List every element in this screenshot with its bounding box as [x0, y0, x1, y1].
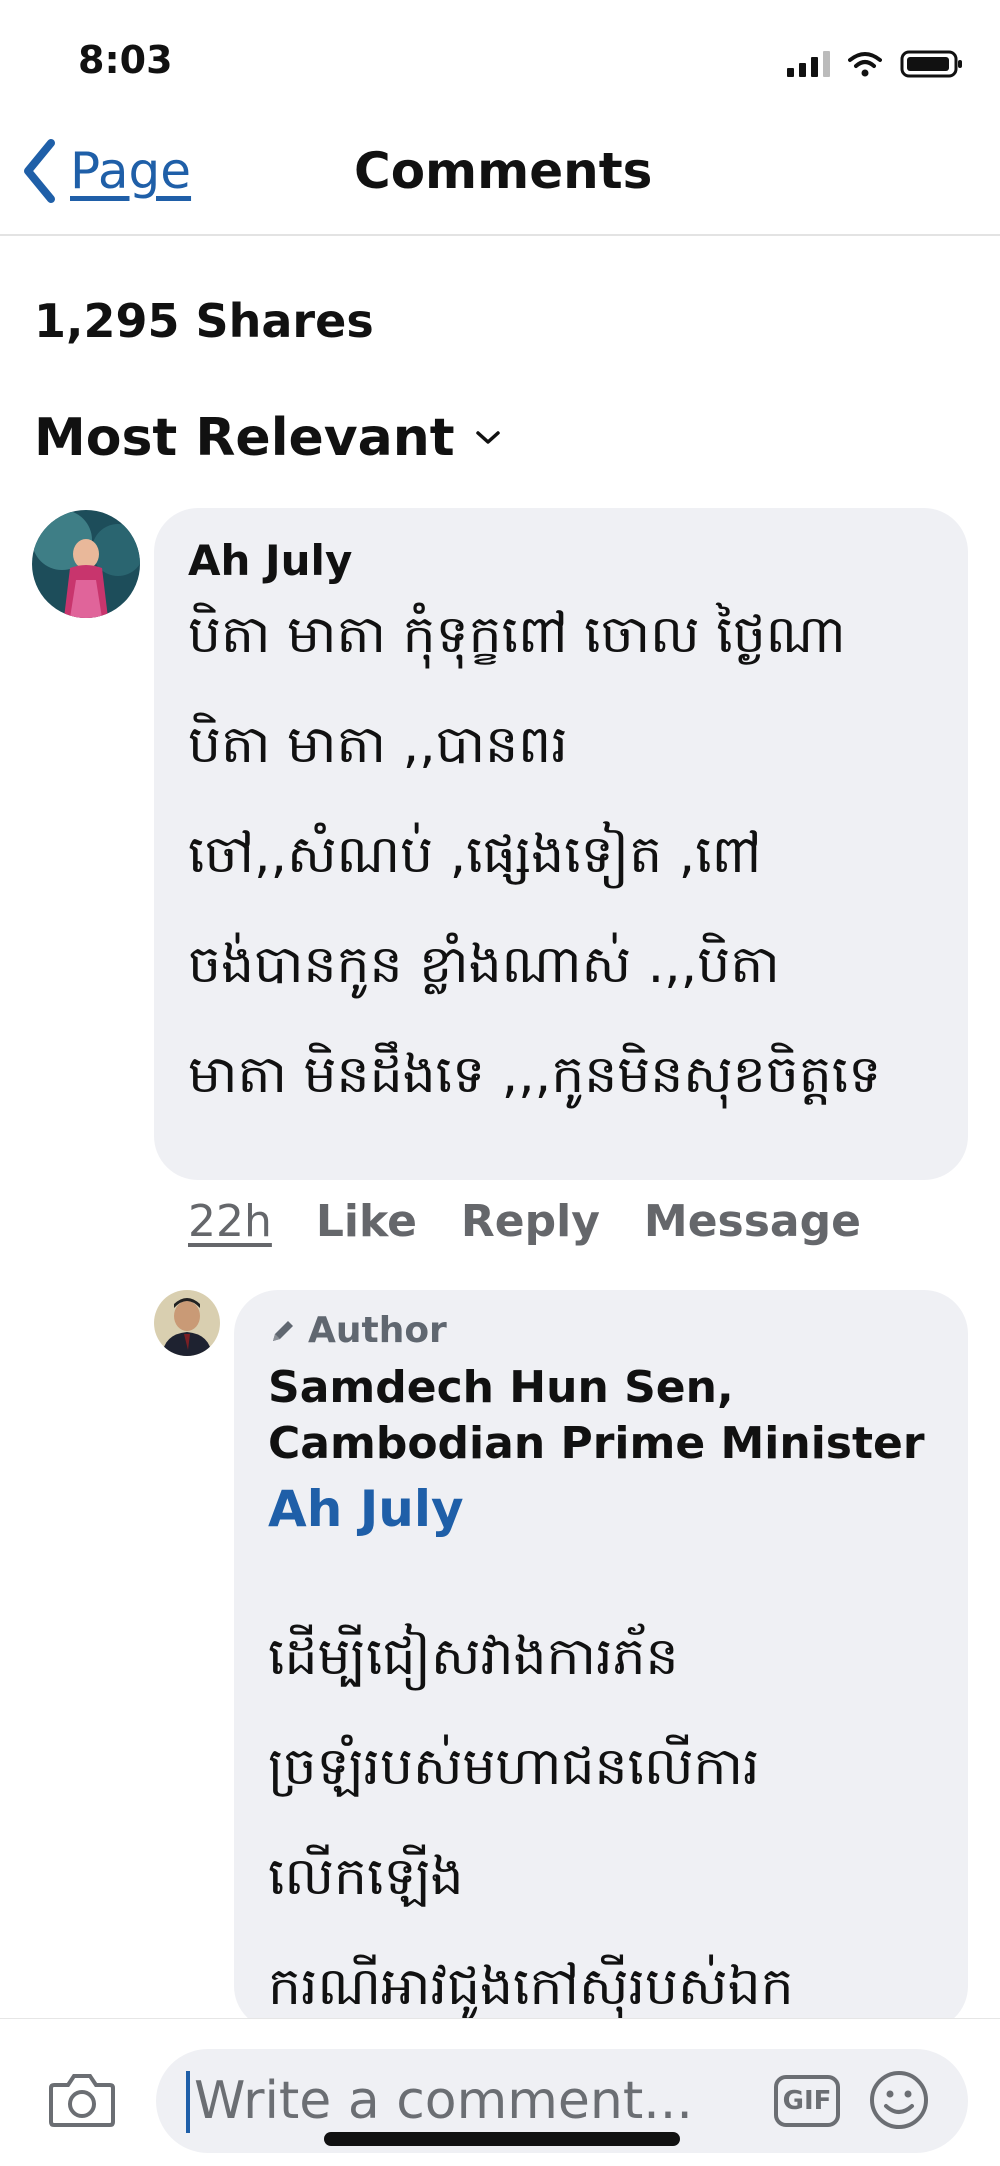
reply-author-name[interactable]: Cambodian Prime Minister: [268, 1418, 925, 1469]
comment-text-line: មាតា មិនដឹងទេ ,,,កូនមិនសុខចិត្តទេ: [188, 1045, 882, 1105]
chevron-down-icon: [475, 431, 500, 444]
message-button[interactable]: Message: [644, 1196, 861, 1247]
wifi-icon: [848, 52, 882, 77]
comment-text-line: បិតា មាតា កុំទុក្ខពៅ ចោល ថ្ងៃណា: [188, 605, 846, 665]
nav-header: Page Comments: [0, 120, 1000, 236]
text-caret: [186, 2071, 190, 2133]
reply-text-line: លើកឡើង: [268, 1847, 464, 1907]
chevron-left-icon: [24, 139, 55, 203]
back-label[interactable]: Page: [70, 142, 191, 200]
sort-label: Most Relevant: [34, 408, 455, 468]
reply-text-line: ច្រឡំរបស់មហាជនលើការ: [268, 1737, 760, 1797]
author-avatar[interactable]: [154, 1290, 220, 1356]
battery-icon: [900, 50, 962, 78]
reply-author-name[interactable]: Samdech Hun Sen,: [268, 1362, 734, 1413]
emoji-icon[interactable]: [868, 2069, 930, 2131]
author-badge-label: Author: [308, 1310, 447, 1351]
reply-text-line: ដើម្បីជៀសវាងការភ័ន: [268, 1627, 679, 1687]
status-bar: 8:03: [0, 0, 1000, 120]
author-badge: Author: [268, 1310, 447, 1351]
sort-dropdown[interactable]: Most Relevant: [34, 408, 501, 468]
signal-icon: [787, 51, 830, 77]
page-title: Comments: [354, 142, 653, 200]
comment-input-placeholder: Write a comment...: [194, 2071, 693, 2131]
gif-button[interactable]: GIF: [774, 2075, 840, 2127]
camera-icon[interactable]: [48, 2069, 116, 2129]
comment-actions: 22h Like Reply Message: [188, 1196, 861, 1247]
pencil-icon: [273, 1320, 293, 1341]
shares-count[interactable]: 1,295 Shares: [34, 294, 374, 348]
commenter-name[interactable]: Ah July: [188, 536, 352, 585]
comment-text-line: បិតា មាតា ,,បានពរ: [188, 715, 568, 775]
reply-mention[interactable]: Ah July: [268, 1480, 464, 1538]
reply-button[interactable]: Reply: [461, 1196, 600, 1247]
status-time: 8:03: [78, 38, 173, 82]
like-button[interactable]: Like: [316, 1196, 417, 1247]
commenter-avatar[interactable]: [32, 510, 140, 618]
comment-text-line: ចៅ,,សំណប់ ,ផ្សេងទៀត ,ពៅ: [188, 825, 762, 885]
status-icons: [787, 46, 964, 82]
back-button[interactable]: Page: [22, 138, 191, 204]
comment-text-line: ចង់បានកូន ខ្លាំងណាស់ .,,បិតា: [188, 935, 780, 995]
comment-timestamp[interactable]: 22h: [188, 1196, 272, 1247]
home-indicator: [324, 2132, 680, 2146]
